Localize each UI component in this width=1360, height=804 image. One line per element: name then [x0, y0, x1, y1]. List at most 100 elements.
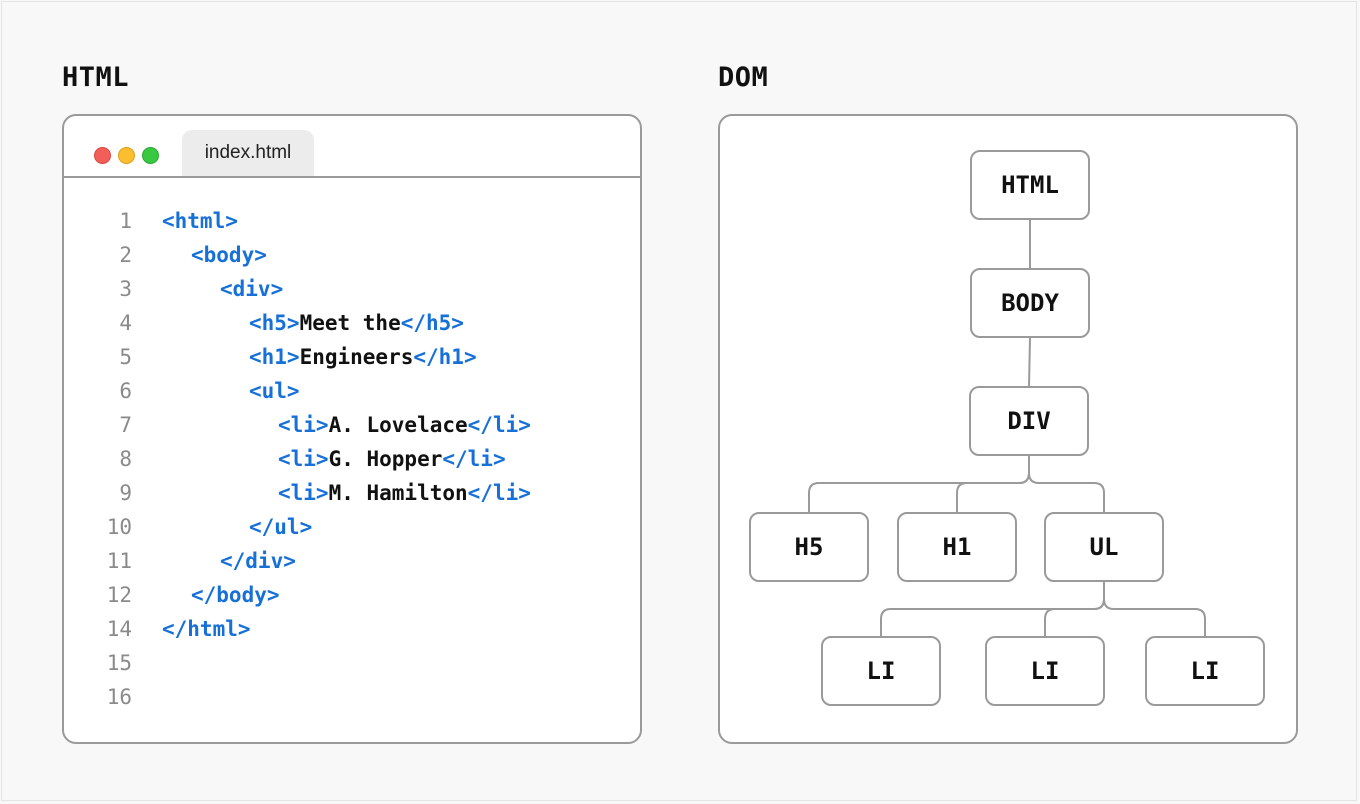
html-heading: HTML [62, 62, 130, 93]
code-text: <html> [162, 204, 238, 238]
code-tag: <h1> [249, 345, 300, 369]
close-window-button[interactable] [94, 147, 111, 164]
code-tag: </li> [467, 481, 531, 505]
tree-edge [1044, 581, 1105, 637]
code-line: 15 [64, 646, 640, 680]
code-text: <li>A. Lovelace</li> [278, 408, 531, 442]
line-number: 12 [106, 583, 132, 607]
code-line: 8 <li>G. Hopper</li> [64, 442, 640, 476]
code-text: <li>M. Hamilton</li> [278, 476, 531, 510]
line-number: 1 [119, 209, 132, 233]
code-tag: </li> [467, 413, 531, 437]
line-number: 3 [119, 277, 132, 301]
dom-node-div: DIV [969, 386, 1089, 456]
code-line: 4 <h5>Meet the</h5> [64, 306, 640, 340]
dom-node-li3: LI [1145, 636, 1265, 706]
file-tab[interactable]: index.html [182, 130, 314, 176]
dom-node-label: BODY [1001, 289, 1059, 317]
code-text: </div> [220, 544, 296, 578]
code-text: </ul> [249, 510, 312, 544]
code-line: 2 <body> [64, 238, 640, 272]
code-content: A. Lovelace [328, 413, 468, 437]
dom-node-body: BODY [970, 268, 1090, 338]
dom-tree-panel: HTML BODY DIV H5 H1 UL LI LI LI [718, 114, 1298, 744]
code-text: <body> [191, 238, 267, 272]
code-area[interactable]: 1 <html> 2 <body> 3 <div> 4 <h5>Meet the</h5> 5 <… [64, 204, 640, 714]
dom-node-label: LI [867, 657, 896, 685]
line-number: 5 [119, 345, 132, 369]
tree-edge [1103, 581, 1206, 637]
code-text: <ul> [249, 374, 300, 408]
line-number: 7 [119, 413, 132, 437]
code-line: 1 <html> [64, 204, 640, 238]
line-number: 14 [106, 617, 132, 641]
line-number: 8 [119, 447, 132, 471]
maximize-window-button[interactable] [142, 147, 159, 164]
dom-node-label: H5 [795, 533, 824, 561]
dom-node-li2: LI [985, 636, 1105, 706]
code-tag: <h5> [249, 311, 300, 335]
code-line: 10 </ul> [64, 510, 640, 544]
code-tag: <ul> [249, 379, 300, 403]
code-tag: </div> [220, 549, 296, 573]
code-tag: </li> [442, 447, 506, 471]
line-number: 6 [119, 379, 132, 403]
code-line: 3 <div> [64, 272, 640, 306]
code-tag: <li> [278, 413, 329, 437]
dom-node-label: LI [1031, 657, 1060, 685]
dom-node-ul: UL [1044, 512, 1164, 582]
code-line: 7 <li>A. Lovelace</li> [64, 408, 640, 442]
code-text: <li>G. Hopper</li> [278, 442, 506, 476]
minimize-window-button[interactable] [118, 147, 135, 164]
dom-node-html: HTML [970, 150, 1090, 220]
line-number: 2 [119, 243, 132, 267]
code-tag: <li> [278, 481, 329, 505]
tree-edge [1028, 455, 1105, 513]
dom-tree-diagram: HTML BODY DIV H5 H1 UL LI LI LI [749, 150, 1265, 706]
dom-heading: DOM [718, 62, 769, 93]
code-line: 5 <h1>Engineers</h1> [64, 340, 640, 374]
code-line: 16 [64, 680, 640, 714]
code-line: 14 </html> [64, 612, 640, 646]
code-line: 6 <ul> [64, 374, 640, 408]
tree-edge [1028, 336, 1031, 388]
code-text: </body> [191, 578, 280, 612]
code-line: 12 </body> [64, 578, 640, 612]
code-text: <div> [220, 272, 283, 306]
dom-node-label: UL [1090, 533, 1119, 561]
code-tag: </body> [191, 583, 280, 607]
line-number: 10 [106, 515, 132, 539]
line-number: 9 [119, 481, 132, 505]
dom-node-h5: H5 [749, 512, 869, 582]
code-content: G. Hopper [328, 447, 443, 471]
code-tag: <html> [162, 209, 238, 233]
code-line: 11 </div> [64, 544, 640, 578]
code-content: Meet the [299, 311, 401, 335]
code-tag: </html> [162, 617, 251, 641]
code-tag: <li> [278, 447, 329, 471]
code-content: Engineers [299, 345, 414, 369]
editor-titlebar: index.html [64, 116, 640, 178]
code-text: <h1>Engineers</h1> [249, 340, 477, 374]
tree-edge [956, 455, 1030, 513]
code-tag: <body> [191, 243, 267, 267]
code-text: <h5>Meet the</h5> [249, 306, 464, 340]
line-number: 15 [106, 651, 132, 675]
code-tag: </h1> [413, 345, 477, 369]
code-line: 9 <li>M. Hamilton</li> [64, 476, 640, 510]
dom-node-label: DIV [1007, 407, 1050, 435]
code-content: M. Hamilton [328, 481, 468, 505]
code-tag: <div> [220, 277, 284, 301]
dom-node-label: H1 [943, 533, 972, 561]
code-tag: </h5> [400, 311, 464, 335]
dom-node-label: LI [1191, 657, 1220, 685]
dom-node-label: HTML [1001, 171, 1059, 199]
line-number: 16 [106, 685, 132, 709]
code-text: </html> [162, 612, 251, 646]
line-number: 11 [106, 549, 132, 573]
code-editor-window: index.html 1 <html> 2 <body> 3 <div> 4 <h5>Meet… [62, 114, 642, 744]
dom-node-li1: LI [821, 636, 941, 706]
code-tag: </ul> [249, 515, 313, 539]
dom-node-h1: H1 [897, 512, 1017, 582]
line-number: 4 [119, 311, 132, 335]
